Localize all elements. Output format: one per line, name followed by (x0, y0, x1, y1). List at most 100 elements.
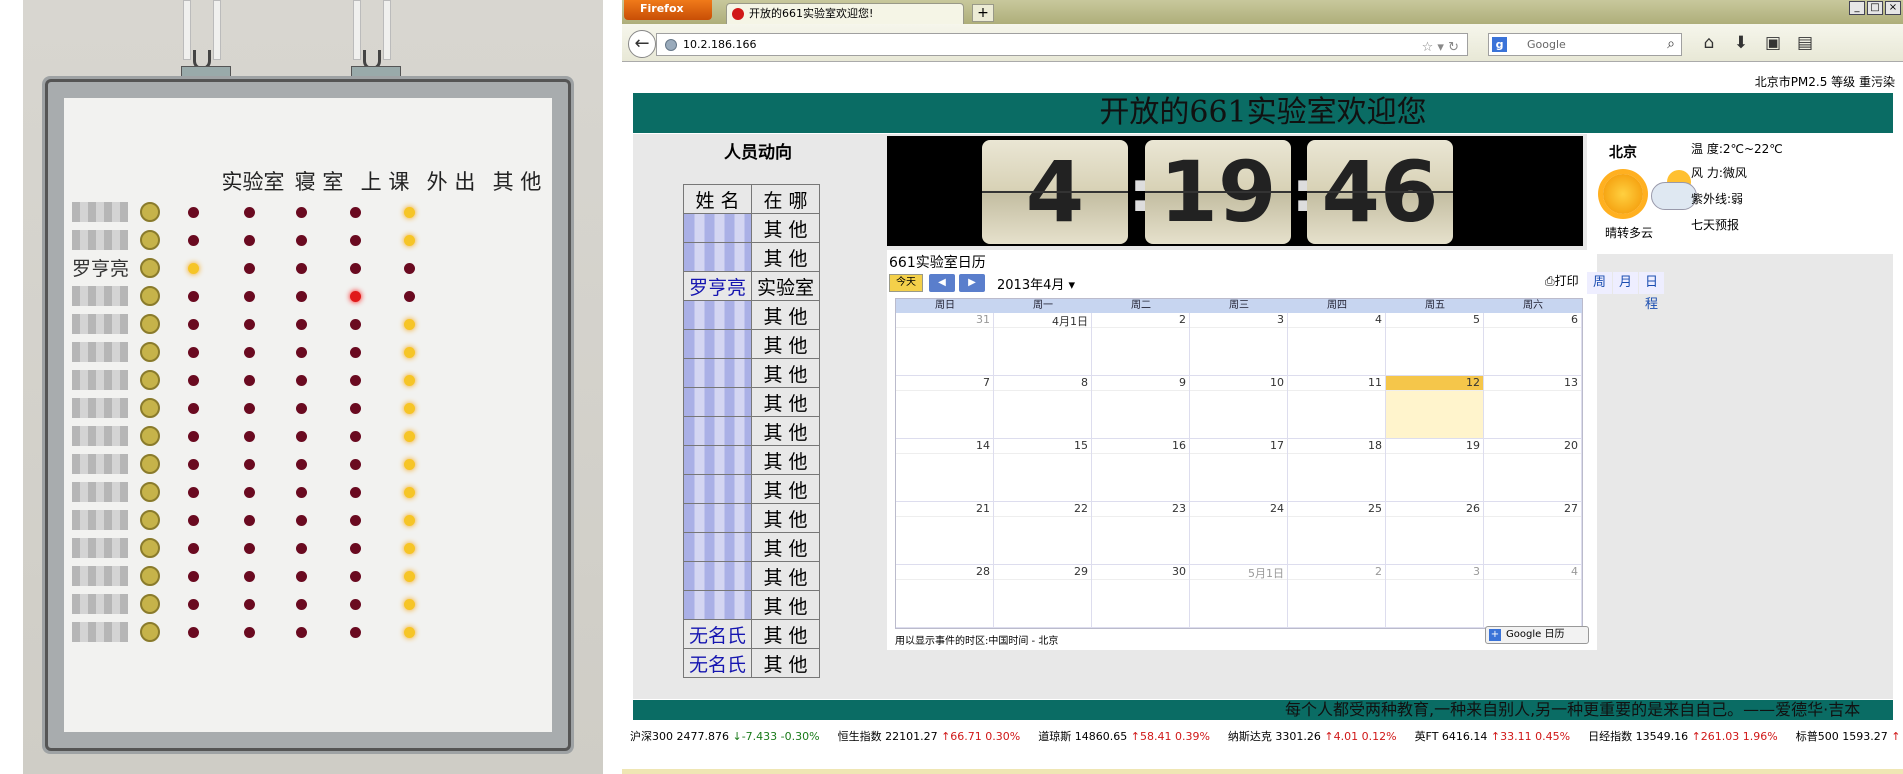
calendar-week: 21 22 23 24 25 26 27 (896, 502, 1582, 565)
globe-icon (665, 39, 677, 51)
calendar-day[interactable]: 7 (896, 376, 994, 439)
back-arrow-icon[interactable]: ← (628, 30, 656, 58)
calendar-day[interactable]: 28 (896, 565, 994, 628)
calendar-day[interactable]: 12 (1386, 376, 1484, 439)
seven-day-forecast-link[interactable]: 七天预报 (1691, 216, 1739, 233)
home-icon[interactable]: ⌂ (1698, 32, 1720, 54)
calendar-day[interactable]: 14 (896, 439, 994, 502)
calendar-day[interactable]: 2 (1288, 565, 1386, 628)
board-ring (140, 314, 160, 334)
prev-month-button[interactable]: ◀ (929, 274, 955, 292)
google-icon[interactable]: g (1492, 37, 1507, 52)
day-number: 27 (1484, 502, 1581, 517)
calendar-day[interactable]: 30 (1092, 565, 1190, 628)
calendar-day[interactable]: 17 (1190, 439, 1288, 502)
led-dot (244, 543, 255, 554)
tab-active[interactable]: 开放的661实验室欢迎您! (726, 3, 964, 24)
calendar-day[interactable]: 11 (1288, 376, 1386, 439)
calendar-day[interactable]: 3 (1190, 313, 1288, 376)
calendar-day[interactable]: 24 (1190, 502, 1288, 565)
print-button[interactable]: ⎙打印 (1545, 272, 1579, 289)
search-input[interactable]: g Google ⌕ (1488, 33, 1682, 56)
board-row (64, 422, 554, 450)
calendar-day[interactable]: 18 (1288, 439, 1386, 502)
calendar-day[interactable]: 16 (1092, 439, 1190, 502)
led-dot (244, 599, 255, 610)
staff-panel: 人员动向 姓 名 在 哪 其 他其 他罗亨亮 实验室其 他其 他其 他其 他其 他… (633, 134, 883, 699)
close-button[interactable]: × (1885, 1, 1901, 15)
led-dot (244, 515, 255, 526)
tab-month[interactable]: 月 (1613, 272, 1639, 294)
calendar-day[interactable]: 19 (1386, 439, 1484, 502)
board-row (64, 590, 554, 618)
download-icon[interactable]: ⬇ (1730, 32, 1752, 54)
navigation-bar: ← 10.2.186.166 ☆ ▾ ↻ g Google ⌕ ⌂ ⬇ ▣ ▤ (622, 24, 1903, 62)
day-number: 7 (896, 376, 993, 391)
restore-button[interactable]: □ (1867, 1, 1883, 15)
calendar-day[interactable]: 25 (1288, 502, 1386, 565)
day-number: 17 (1190, 439, 1287, 454)
search-icon[interactable]: ⌕ (1667, 34, 1675, 55)
next-month-button[interactable]: ▶ (959, 274, 985, 292)
calendar-day[interactable]: 3 (1386, 565, 1484, 628)
calendar-day[interactable]: 4 (1484, 565, 1582, 628)
calendar-day[interactable]: 13 (1484, 376, 1582, 439)
calendar-day[interactable]: 21 (896, 502, 994, 565)
calendar-day[interactable]: 10 (1190, 376, 1288, 439)
month-selector[interactable]: 2013年4月 ▾ (997, 274, 1075, 293)
star-icon[interactable]: ☆ (1422, 40, 1434, 55)
board-col-out: 外 出 (426, 170, 476, 194)
table-row: 罗亨亮 实验室 (683, 271, 820, 301)
firefox-menu-button[interactable]: Firefox (624, 0, 712, 20)
calendar-day[interactable]: 29 (994, 565, 1092, 628)
calendar-day[interactable]: 4月1日 (994, 313, 1092, 376)
chevron-down-icon: ▾ (1068, 278, 1076, 293)
led-dot (244, 263, 255, 274)
calendar-day[interactable]: 2 (1092, 313, 1190, 376)
calendar-day[interactable]: 5月1日 (1190, 565, 1288, 628)
reload-icon[interactable]: ↻ (1448, 40, 1459, 55)
calendar-day[interactable]: 4 (1288, 313, 1386, 376)
led-dot (404, 599, 415, 610)
google-calendar-badge[interactable]: + Google 日历 (1485, 626, 1589, 644)
calendar-day[interactable]: 9 (1092, 376, 1190, 439)
day-number: 9 (1092, 376, 1189, 391)
staff-location: 其 他 (751, 590, 820, 620)
board-col-class: 上 课 (360, 170, 410, 194)
addon-icon[interactable]: ▤ (1794, 32, 1816, 54)
minimize-button[interactable]: _ (1849, 1, 1865, 15)
tab-week[interactable]: 周 (1587, 272, 1613, 294)
calendar-day[interactable]: 8 (994, 376, 1092, 439)
calendar-day[interactable]: 15 (994, 439, 1092, 502)
staff-location: 其 他 (751, 213, 820, 243)
calendar-day[interactable]: 26 (1386, 502, 1484, 565)
led-dot (188, 431, 199, 442)
calendar-day[interactable]: 27 (1484, 502, 1582, 565)
pm25-status: 北京市PM2.5 等级 重污染 (1754, 75, 1895, 89)
blurred-name (72, 286, 128, 306)
ticker-name: 日经指数 (1588, 730, 1633, 743)
led-dot (188, 627, 199, 638)
led-status-board: 实验室 寝 室 上 课 外 出 其 他 罗亨亮 (48, 82, 568, 748)
calendar-day[interactable]: 5 (1386, 313, 1484, 376)
url-bar[interactable]: 10.2.186.166 ☆ ▾ ↻ (656, 33, 1468, 56)
tab-agenda[interactable]: 日程 (1639, 272, 1665, 312)
staff-name-blurred (683, 474, 752, 504)
led-dot (404, 291, 415, 302)
board-col-lab: 实验室 (221, 170, 285, 194)
new-tab-button[interactable]: + (972, 4, 994, 22)
calendar-day[interactable]: 22 (994, 502, 1092, 565)
today-button[interactable]: 今天 (889, 274, 923, 292)
led-dot (296, 403, 307, 414)
calendar-day[interactable]: 6 (1484, 313, 1582, 376)
led-dot (244, 403, 255, 414)
month-label: 2013年4月 (997, 278, 1065, 293)
bookmark-icon[interactable]: ▣ (1762, 32, 1784, 54)
led-dot (404, 431, 415, 442)
browser-window: Firefox 开放的661实验室欢迎您! + _ □ × ← 10.2.186… (622, 0, 1903, 774)
col-name-header: 姓 名 (683, 184, 752, 214)
calendar-day[interactable]: 31 (896, 313, 994, 376)
calendar-day[interactable]: 23 (1092, 502, 1190, 565)
led-dot (404, 459, 415, 470)
calendar-day[interactable]: 20 (1484, 439, 1582, 502)
